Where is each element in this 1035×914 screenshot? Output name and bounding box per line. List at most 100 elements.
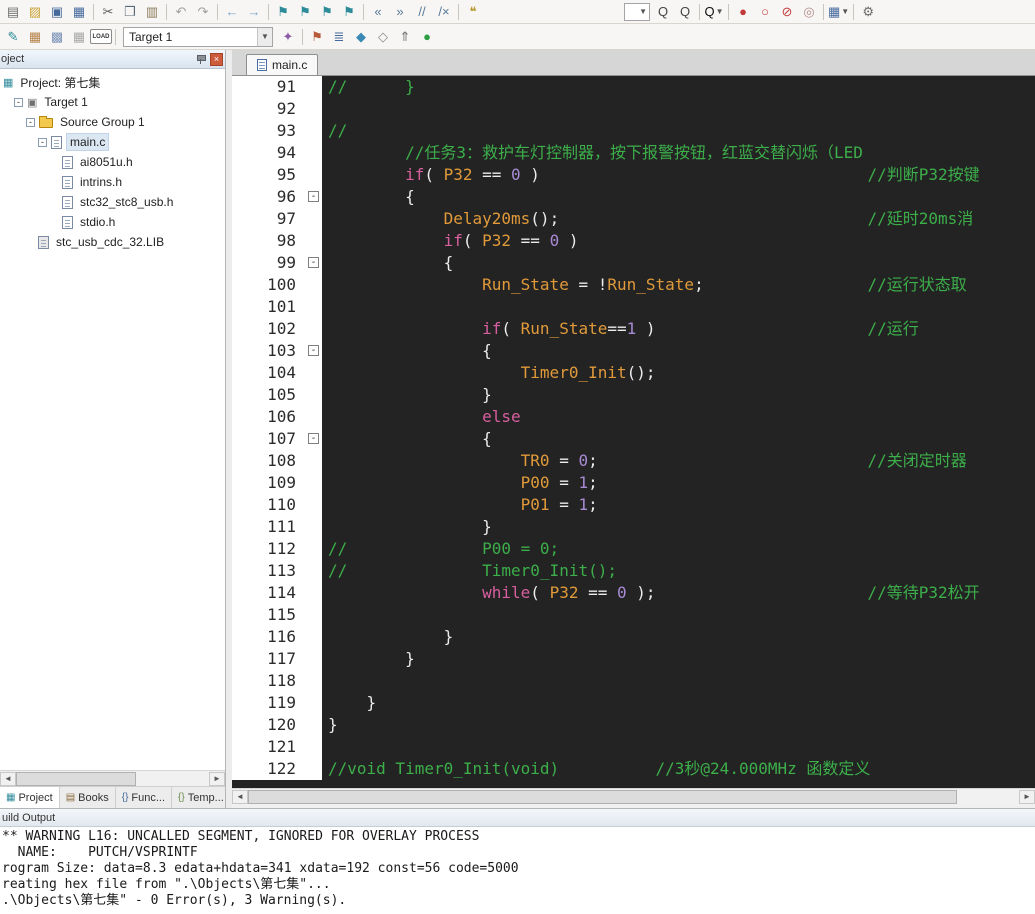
code-line[interactable]: 116 } xyxy=(232,626,1035,648)
code-line[interactable]: 99- { xyxy=(232,252,1035,274)
save-icon[interactable]: ▣ xyxy=(46,2,68,22)
code-line[interactable]: 105 } xyxy=(232,384,1035,406)
ok-status-icon[interactable]: ● xyxy=(416,27,438,47)
panel-tab-project[interactable]: ▦ Project xyxy=(0,787,60,808)
chevron-down-icon[interactable]: ▼ xyxy=(716,7,724,16)
find-in-files-icon[interactable]: Q xyxy=(652,2,674,22)
uncomment-selection-icon[interactable]: /× xyxy=(433,2,455,22)
outdent-icon[interactable]: « xyxy=(367,2,389,22)
code-line[interactable]: 92 xyxy=(232,98,1035,120)
code-line[interactable]: 114 while( P32 == 0 );//等待P32松开 xyxy=(232,582,1035,604)
code-line[interactable]: 95 if( P32 == 0 )//判断P32按键 xyxy=(232,164,1035,186)
code-line[interactable]: 107- { xyxy=(232,428,1035,450)
redo-icon[interactable]: ↷ xyxy=(192,2,214,22)
tree-item-project[interactable]: ▦ Project: 第七集 xyxy=(0,72,225,92)
window-layout-icon[interactable]: ▦ ▼ xyxy=(827,2,850,22)
load-direction-icon[interactable]: ⇑ xyxy=(394,27,416,47)
chevron-down-icon[interactable]: ▼ xyxy=(841,7,849,16)
fold-toggle-icon[interactable]: - xyxy=(308,191,319,202)
new-file-icon[interactable]: ▤ xyxy=(2,2,24,22)
code-line[interactable]: 119 } xyxy=(232,692,1035,714)
editor-output-splitter[interactable] xyxy=(232,804,1035,808)
configure-icon[interactable]: ⚙ xyxy=(857,2,879,22)
cut-icon[interactable]: ✂ xyxy=(97,2,119,22)
comment-selection-icon[interactable]: // xyxy=(411,2,433,22)
tree-item-ai8051u-h[interactable]: ai8051u.h xyxy=(0,152,225,172)
code-line[interactable]: 104 Timer0_Init(); xyxy=(232,362,1035,384)
code-line[interactable]: 96- { xyxy=(232,186,1035,208)
scrollbar-thumb[interactable] xyxy=(248,789,958,804)
tree-item-target-1[interactable]: - ▣ Target 1 xyxy=(0,92,225,112)
tree-item-source-group-1[interactable]: - Source Group 1 xyxy=(0,112,225,132)
configure-flash-icon[interactable]: ◇ xyxy=(372,27,394,47)
tree-item-stc-usb-cdc-32-lib[interactable]: stc_usb_cdc_32.LIB xyxy=(0,232,225,252)
code-line[interactable]: 108 TR0 = 0;//关闭定时器 xyxy=(232,450,1035,472)
chevron-down-icon[interactable]: ▼ xyxy=(639,7,647,16)
pin-icon[interactable] xyxy=(195,53,207,65)
code-line[interactable]: 111 } xyxy=(232,516,1035,538)
build-icon[interactable]: ▦ xyxy=(24,27,46,47)
code-line[interactable]: 120} xyxy=(232,714,1035,736)
tree-item-intrins-h[interactable]: intrins.h xyxy=(0,172,225,192)
batch-build-icon[interactable]: ▦ xyxy=(68,27,90,47)
copy-icon[interactable]: ❒ xyxy=(119,2,141,22)
scroll-left-button[interactable]: ◄ xyxy=(0,771,16,786)
panel-tab-temp[interactable]: {} Temp... xyxy=(172,787,231,808)
find-icon[interactable]: Q xyxy=(674,2,696,22)
code-line[interactable]: 94 //任务3：救护车灯控制器，按下报警按钮，红蓝交替闪烁（LED xyxy=(232,142,1035,164)
options-for-target-icon[interactable]: ✦ xyxy=(277,27,299,47)
rebuild-all-icon[interactable]: ▩ xyxy=(46,27,68,47)
code-line[interactable]: 100 Run_State = !Run_State;//运行状态取 xyxy=(232,274,1035,296)
fold-toggle-icon[interactable]: - xyxy=(308,345,319,356)
scroll-left-button[interactable]: ◄ xyxy=(232,789,248,804)
code-line[interactable]: 118 xyxy=(232,670,1035,692)
code-line[interactable]: 106 else xyxy=(232,406,1035,428)
panel-tab-func[interactable]: {} Func... xyxy=(116,787,173,808)
code-line[interactable]: 110 P01 = 1; xyxy=(232,494,1035,516)
tree-item-stdio-h[interactable]: stdio.h xyxy=(0,212,225,232)
code-line[interactable]: 103- { xyxy=(232,340,1035,362)
translate-file-icon[interactable]: ✎ xyxy=(2,27,24,47)
code-line[interactable]: 112 // P00 = 0; xyxy=(232,538,1035,560)
bookmark-prev-icon[interactable]: ⚑ xyxy=(294,2,316,22)
close-icon[interactable]: × xyxy=(210,52,223,66)
scroll-right-button[interactable]: ► xyxy=(1019,789,1035,804)
code-line[interactable]: 121 xyxy=(232,736,1035,758)
code-line[interactable]: 97 Delay20ms();//延时20ms消 xyxy=(232,208,1035,230)
save-all-icon[interactable]: ▦ xyxy=(68,2,90,22)
breakpoint-enable-all-icon[interactable]: ◎ xyxy=(798,2,820,22)
scroll-right-button[interactable]: ► xyxy=(209,771,225,786)
code-line[interactable]: 109 P00 = 1; xyxy=(232,472,1035,494)
code-line[interactable]: 91 // } xyxy=(232,76,1035,98)
tree-expander[interactable]: - xyxy=(26,117,35,127)
tree-item-main-c[interactable]: - main.c xyxy=(0,132,225,152)
code-line[interactable]: 93 // xyxy=(232,120,1035,142)
insert-template-icon[interactable]: ❝ xyxy=(462,2,484,22)
find-magnifier-icon[interactable]: Q ▼ xyxy=(703,2,725,22)
panel-tab-books[interactable]: ▤ Books xyxy=(60,787,116,808)
code-line[interactable]: 101 xyxy=(232,296,1035,318)
breakpoint-disable-icon[interactable]: ○ xyxy=(754,2,776,22)
target-select[interactable]: Target 1 ▼ xyxy=(123,26,273,47)
breakpoint-kill-all-icon[interactable]: ⊘ xyxy=(776,2,798,22)
navigate-back-icon[interactable]: ← xyxy=(221,2,243,22)
download-icon[interactable]: LOAD xyxy=(90,29,112,44)
code-line[interactable]: 98 if( P32 == 0 ) xyxy=(232,230,1035,252)
debug-flag-icon[interactable]: ⚑ xyxy=(306,27,328,47)
open-file-icon[interactable]: ▨ xyxy=(24,2,46,22)
chevron-down-icon[interactable]: ▼ xyxy=(257,27,272,46)
bookmark-next-icon[interactable]: ⚑ xyxy=(316,2,338,22)
project-hscrollbar[interactable]: ◄ ► xyxy=(0,770,225,786)
scrollbar-thumb[interactable] xyxy=(16,771,136,786)
tree-expander[interactable]: - xyxy=(38,137,47,147)
editor-hscrollbar[interactable]: ◄ ► xyxy=(232,788,1035,804)
fold-toggle-icon[interactable]: - xyxy=(308,433,319,444)
code-line[interactable]: 122 //void Timer0_Init(void)//3秒@24.000MH… xyxy=(232,758,1035,780)
undo-icon[interactable]: ↶ xyxy=(170,2,192,22)
editor-tab-main-c[interactable]: main.c xyxy=(246,54,319,75)
manage-rte-icon[interactable]: ◆ xyxy=(350,27,372,47)
code-line[interactable]: 113 // Timer0_Init(); xyxy=(232,560,1035,582)
breakpoint-toggle-icon[interactable]: ● xyxy=(732,2,754,22)
code-line[interactable]: 117 } xyxy=(232,648,1035,670)
quick-search-combo[interactable]: ▼ xyxy=(624,2,650,21)
